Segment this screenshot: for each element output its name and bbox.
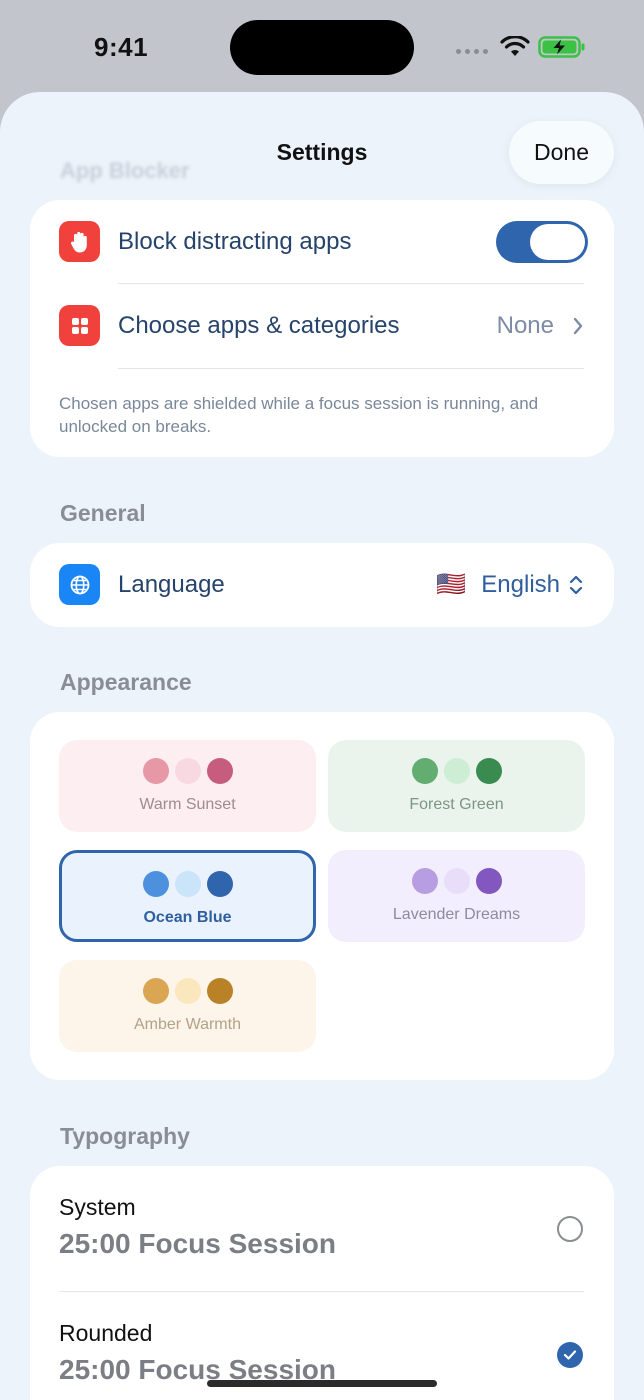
hand-raised-icon <box>59 221 100 262</box>
block-apps-row: Block distracting apps <box>30 200 614 284</box>
wifi-icon <box>500 36 530 56</box>
dynamic-island <box>230 20 414 75</box>
battery-charging-icon <box>538 36 585 58</box>
done-button[interactable]: Done <box>509 121 614 184</box>
appearance-card: Warm Sunset Forest Green Ocean Blue Lave… <box>30 712 614 1080</box>
general-card: Language 🇺🇸 English <box>30 543 614 627</box>
typography-card: System 25:00 Focus Session Rounded 25:00… <box>30 1166 614 1400</box>
theme-name: Warm Sunset <box>139 796 236 813</box>
theme-name: Lavender Dreams <box>392 906 521 923</box>
section-label-appearance: Appearance <box>60 669 192 695</box>
theme-warm-sunset[interactable]: Warm Sunset <box>59 740 316 832</box>
globe-icon <box>59 564 100 605</box>
theme-forest-green[interactable]: Forest Green <box>328 740 585 832</box>
section-label-typography: Typography <box>60 1123 190 1149</box>
radio-unselected-icon <box>557 1216 583 1242</box>
cellular-signal-icon <box>456 49 488 54</box>
theme-color-swatches <box>328 868 585 894</box>
font-option-name: System <box>59 1194 136 1220</box>
theme-lavender-dreams[interactable]: Lavender Dreams <box>328 850 585 942</box>
choose-apps-value: None <box>496 312 554 339</box>
theme-amber-warmth[interactable]: Amber Warmth <box>59 960 316 1052</box>
app-blocker-footnote: Chosen apps are shielded while a focus s… <box>59 394 539 436</box>
us-flag-icon: 🇺🇸 <box>436 571 466 598</box>
font-option-name: Rounded <box>59 1320 153 1346</box>
theme-name: Amber Warmth <box>134 1016 241 1033</box>
home-indicator[interactable] <box>207 1380 437 1387</box>
settings-sheet: App Blocker Settings Done Block distract… <box>0 92 644 1400</box>
theme-name: Ocean Blue <box>143 909 232 926</box>
app-blocker-card: Block distracting apps Choose apps & cat… <box>30 200 614 457</box>
section-label-general: General <box>60 500 146 526</box>
language-row[interactable]: Language 🇺🇸 English <box>30 543 614 627</box>
language-label: Language <box>118 571 225 598</box>
choose-apps-row[interactable]: Choose apps & categories None <box>30 284 614 368</box>
theme-color-swatches <box>328 758 585 784</box>
choose-apps-label: Choose apps & categories <box>118 312 400 339</box>
theme-color-swatches <box>59 758 316 784</box>
theme-name: Forest Green <box>409 796 504 813</box>
theme-color-swatches <box>62 871 313 897</box>
chevron-up-down-icon <box>569 575 583 595</box>
checkmark-circle-icon <box>557 1342 583 1368</box>
font-option-sample: 25:00 Focus Session <box>59 1228 337 1259</box>
theme-color-swatches <box>59 978 316 1004</box>
theme-ocean-blue[interactable]: Ocean Blue <box>59 850 316 942</box>
chevron-right-icon <box>573 317 583 335</box>
block-apps-toggle[interactable] <box>496 221 588 263</box>
divider <box>118 368 584 369</box>
block-apps-label: Block distracting apps <box>118 228 352 255</box>
status-bar: 9:41 <box>0 0 644 92</box>
language-value: English <box>481 571 560 598</box>
status-time: 9:41 <box>94 32 149 62</box>
grid-apps-icon <box>59 305 100 346</box>
font-option-system[interactable]: System 25:00 Focus Session <box>30 1166 614 1292</box>
toggle-knob <box>530 224 585 260</box>
